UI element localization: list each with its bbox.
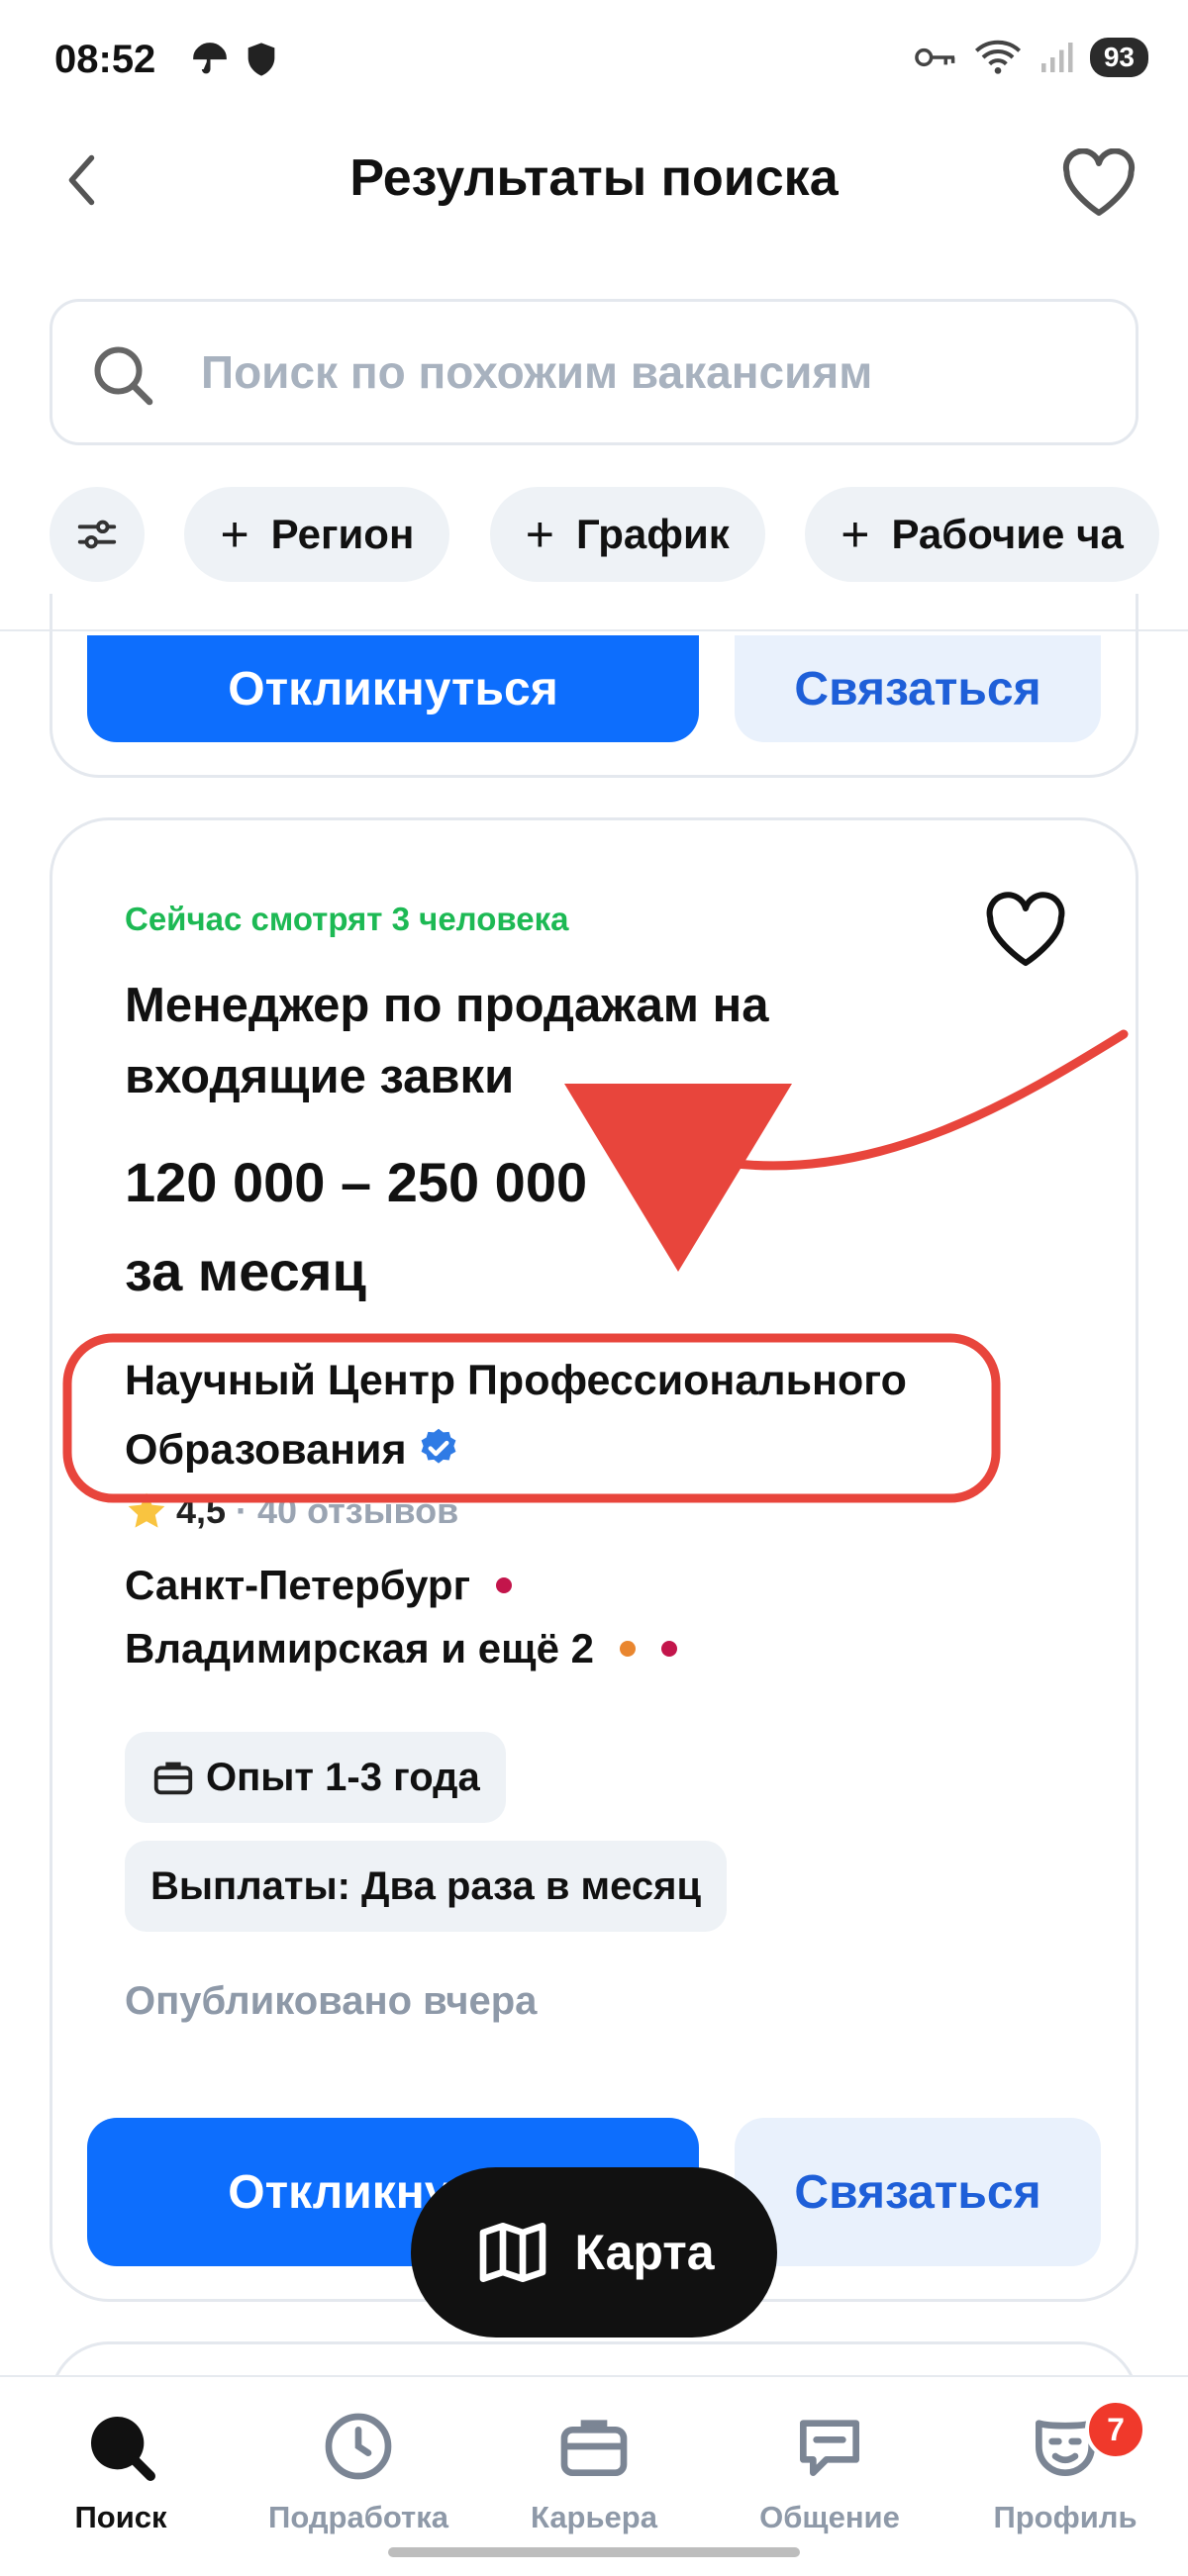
- salary-period: за месяц: [125, 1240, 366, 1302]
- metro-line-dot: [660, 1641, 677, 1657]
- experience-tag: Опыт 1-3 года: [125, 1732, 506, 1823]
- nav-label: Профиль: [993, 2500, 1138, 2534]
- map-button[interactable]: Карта: [411, 2167, 777, 2337]
- chip-label: Регион: [270, 511, 415, 557]
- notification-badge: 7: [1085, 2399, 1146, 2460]
- city-name: Санкт-Петербург: [125, 1562, 471, 1608]
- briefcase-icon: [560, 2420, 628, 2476]
- status-bar: 08:52 93: [0, 0, 1188, 119]
- battery-indicator: 93: [1089, 38, 1148, 77]
- watching-now-label: Сейчас смотрят 3 человека: [125, 901, 569, 937]
- vacancy-location: Санкт-Петербург Владимирская и ещё 2: [125, 1554, 677, 1680]
- nav-messages[interactable]: Общение: [721, 2407, 939, 2535]
- nav-label: Поиск: [74, 2500, 167, 2534]
- heart-icon: [986, 892, 1065, 967]
- key-icon: [915, 48, 955, 67]
- plus-icon: +: [525, 507, 554, 562]
- rating-value: 4,5: [176, 1490, 227, 1531]
- chip-schedule[interactable]: + График: [489, 487, 765, 582]
- nav-part-time[interactable]: Подработка: [249, 2407, 467, 2535]
- signal-icon: [1040, 43, 1073, 72]
- vacancy-salary: 120 000 – 250 000 за месяц: [125, 1138, 739, 1316]
- published-date: Опубликовано вчера: [125, 1979, 538, 2023]
- salary-amount: 120 000 – 250 000: [125, 1151, 588, 1213]
- nav-label: Подработка: [268, 2500, 448, 2534]
- filter-settings-chip[interactable]: [50, 487, 145, 582]
- previous-apply-button[interactable]: Откликнуться: [87, 635, 699, 742]
- briefcase-icon: [153, 1762, 193, 1795]
- status-right-icons: 93: [914, 38, 1148, 77]
- wifi-icon: [974, 40, 1021, 74]
- nav-search[interactable]: Поиск: [12, 2407, 230, 2535]
- page-title: Результаты поиска: [349, 149, 839, 207]
- vacancy-title[interactable]: Менеджер по продажам на входящие завки: [125, 970, 917, 1112]
- filter-chips: + Регион + График + Рабочие ча: [50, 487, 1188, 586]
- sliders-icon: [77, 520, 117, 549]
- metro-stations: Владимирская и ещё 2: [125, 1625, 594, 1671]
- company-name-text: Научный Центр Профессионального Образова…: [125, 1357, 907, 1474]
- previous-contact-button[interactable]: Связаться: [735, 635, 1101, 742]
- heart-icon: [1062, 147, 1136, 216]
- nav-career[interactable]: Карьера: [485, 2407, 703, 2535]
- chip-label: Рабочие ча: [891, 511, 1124, 557]
- map-icon: [480, 2223, 546, 2282]
- plus-icon: +: [220, 507, 249, 562]
- contact-button[interactable]: Связаться: [735, 2118, 1101, 2266]
- verified-badge-icon: [421, 1428, 455, 1464]
- status-left-icons: [190, 40, 281, 79]
- home-indicator[interactable]: [388, 2547, 800, 2557]
- favorite-search-button[interactable]: [1059, 147, 1138, 218]
- bottom-navigation: Поиск Подработка Карьера Общение Профиль…: [0, 2375, 1188, 2576]
- umbrella-icon: [193, 43, 227, 74]
- search-icon: [91, 2417, 155, 2481]
- search-box[interactable]: [50, 299, 1138, 445]
- company-rating[interactable]: 4,5 · 40 отзывов: [125, 1489, 458, 1533]
- payments-tag: Выплаты: Два раза в месяц: [125, 1841, 728, 1932]
- chip-region[interactable]: + Регион: [184, 487, 450, 582]
- star-icon: [128, 1492, 165, 1528]
- map-button-label: Карта: [574, 2225, 715, 2280]
- metro-line-dot: [619, 1641, 636, 1657]
- metro-line-dot: [496, 1577, 513, 1593]
- payments-text: Выплаты: Два раза в месяц: [150, 1863, 702, 1908]
- nav-label: Карьера: [531, 2500, 657, 2534]
- chip-working-hours[interactable]: + Рабочие ча: [805, 487, 1159, 582]
- chip-label: График: [575, 511, 730, 557]
- plus-icon: +: [841, 507, 870, 562]
- reviews-count: · 40 отзывов: [236, 1490, 459, 1531]
- app-header: Результаты поиска: [0, 119, 1188, 247]
- company-name[interactable]: Научный Центр Профессионального Образова…: [125, 1346, 996, 1484]
- clock-icon: [325, 2413, 392, 2480]
- nav-profile[interactable]: Профиль 7: [956, 2399, 1174, 2535]
- search-input[interactable]: [201, 302, 1092, 442]
- nav-label: Общение: [759, 2500, 900, 2534]
- chat-icon: [800, 2420, 859, 2476]
- experience-text: Опыт 1-3 года: [206, 1755, 480, 1799]
- status-time: 08:52: [54, 38, 156, 81]
- vacancy-favorite-button[interactable]: [982, 891, 1069, 970]
- shield-icon: [248, 43, 275, 76]
- search-icon: [94, 346, 153, 406]
